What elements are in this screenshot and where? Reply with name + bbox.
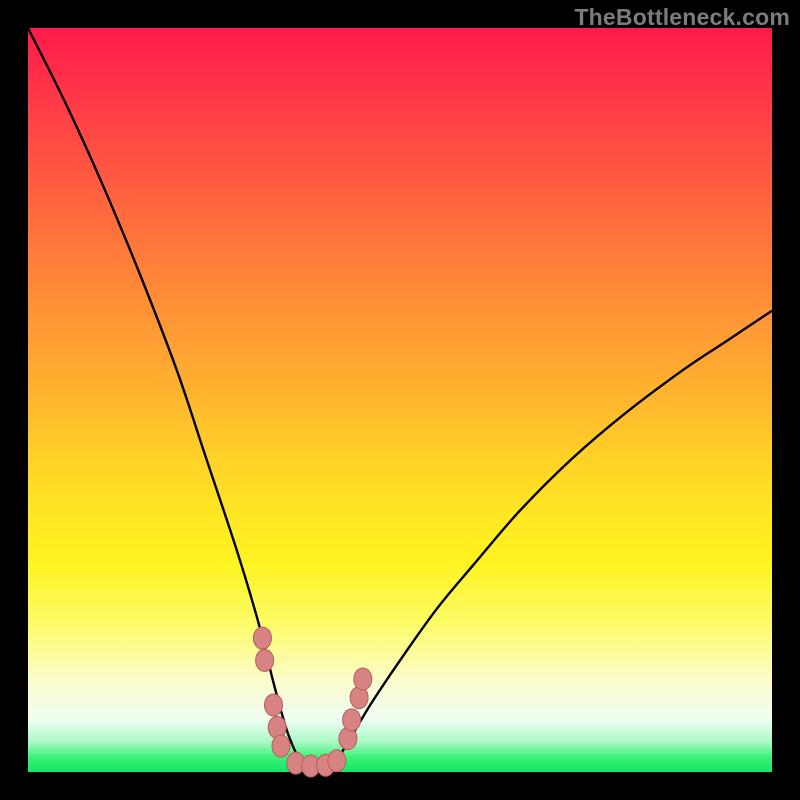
plot-area (28, 28, 772, 772)
marker (343, 709, 361, 731)
bottleneck-curve (28, 28, 772, 769)
marker (272, 735, 290, 757)
watermark: TheBottleneck.com (574, 4, 790, 31)
marker (265, 694, 283, 716)
marker (253, 627, 271, 649)
marker (354, 668, 372, 690)
marker (256, 649, 274, 671)
marker (328, 750, 346, 772)
frame: TheBottleneck.com (0, 0, 800, 800)
chart-svg (28, 28, 772, 772)
markers-group (253, 627, 371, 777)
